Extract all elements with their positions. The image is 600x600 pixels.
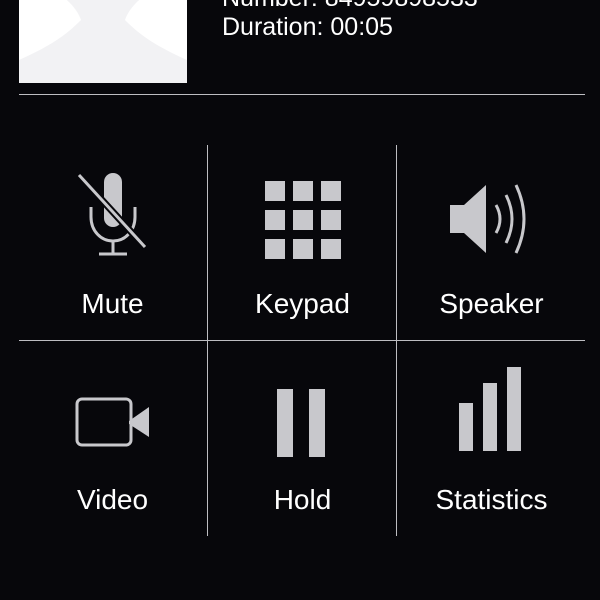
caller-number: Number: 84959898533 <box>222 0 478 13</box>
speaker-label: Speaker <box>439 288 544 319</box>
mute-label: Mute <box>81 288 144 319</box>
statistics-label: Statistics <box>435 484 548 515</box>
caller-info: Number: 84959898533 Duration: 00:05 <box>222 0 478 42</box>
call-duration: Duration: 00:05 <box>222 13 393 41</box>
keypad-label: Keypad <box>255 288 350 319</box>
microphone-muted-icon <box>75 172 148 256</box>
video-button[interactable]: Video <box>18 341 207 537</box>
statistics-button[interactable]: Statistics <box>397 341 586 537</box>
keypad-button[interactable]: Keypad <box>208 145 397 341</box>
person-silhouette-icon <box>19 0 187 60</box>
video-camera-icon <box>75 397 149 447</box>
speaker-button[interactable]: Speaker <box>397 145 586 341</box>
pause-icon <box>276 389 325 457</box>
hold-button[interactable]: Hold <box>208 341 397 537</box>
mute-button[interactable]: Mute <box>18 145 207 341</box>
keypad-grid-icon <box>264 181 341 259</box>
contact-avatar <box>19 0 187 83</box>
hold-label: Hold <box>273 484 332 515</box>
speaker-icon <box>449 184 525 254</box>
signal-bars-icon <box>458 367 521 451</box>
video-label: Video <box>76 484 149 515</box>
header-divider <box>19 94 585 95</box>
